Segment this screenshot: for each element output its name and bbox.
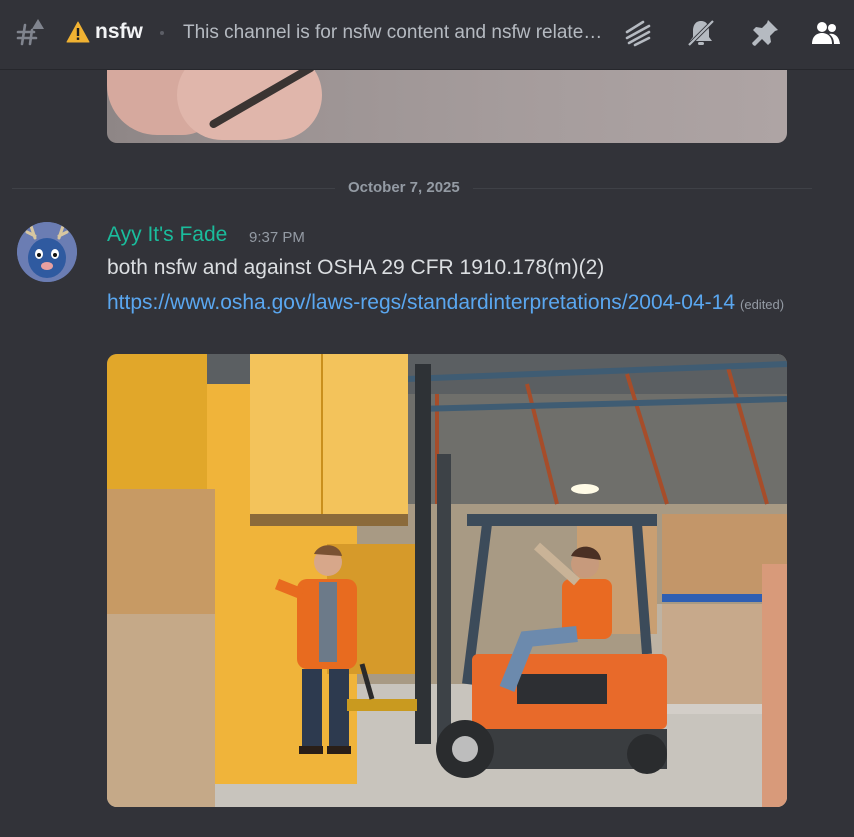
message-content: both nsfw and against OSHA 29 CFR 1910.1… <box>107 256 605 279</box>
message-link[interactable]: https://www.osha.gov/laws-regs/standardi… <box>107 291 735 314</box>
pin-icon[interactable] <box>749 17 781 49</box>
avatar[interactable] <box>17 222 77 282</box>
notifications-muted-icon[interactable] <box>685 17 717 49</box>
channel-name: nsfw <box>95 20 143 43</box>
message-author[interactable]: Ayy It's Fade <box>107 223 227 247</box>
message-link-block: https://www.osha.gov/laws-regs/standardi… <box>107 287 787 321</box>
edited-label: (edited) <box>740 297 785 312</box>
channel-header: nsfw This channel is for nsfw content an… <box>0 0 854 70</box>
channel-topic[interactable]: This channel is for nsfw content and nsf… <box>183 22 603 44</box>
previous-image-attachment[interactable] <box>107 70 787 143</box>
message-timestamp[interactable]: 9:37 PM <box>249 229 305 246</box>
date-divider: October 7, 2025 <box>335 179 473 196</box>
image-attachment[interactable] <box>107 354 787 807</box>
threads-icon[interactable] <box>622 17 654 49</box>
channel-hash-icon <box>16 17 46 47</box>
warehouse-forklift-image <box>107 354 787 807</box>
warning-icon <box>66 21 90 43</box>
header-separator <box>160 31 164 35</box>
member-list-icon[interactable] <box>810 17 842 49</box>
